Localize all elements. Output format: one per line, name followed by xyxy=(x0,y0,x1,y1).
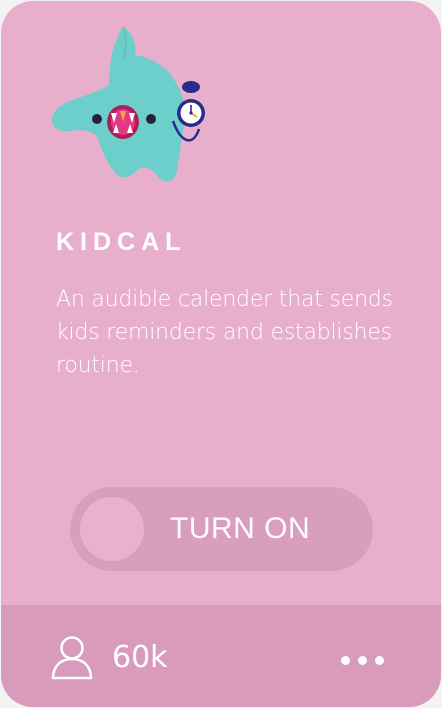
toggle-knob[interactable] xyxy=(80,497,144,561)
app-card: KIDCAL An audible calender that sends ki… xyxy=(1,1,441,707)
app-title: KIDCAL xyxy=(56,228,187,256)
more-dots-icon xyxy=(375,656,384,665)
card-footer: 60k xyxy=(1,605,441,707)
kidcal-mascot-icon xyxy=(51,26,205,182)
more-options-button[interactable] xyxy=(331,641,395,677)
toggle-label: TURN ON xyxy=(170,512,311,545)
more-dots-icon xyxy=(341,656,350,665)
app-description: An audible calender that sends kids remi… xyxy=(56,287,393,378)
turn-on-toggle[interactable]: TURN ON xyxy=(70,487,373,571)
more-dots-icon xyxy=(358,656,367,665)
user-count: 60k xyxy=(112,640,168,675)
user-icon xyxy=(51,636,93,680)
